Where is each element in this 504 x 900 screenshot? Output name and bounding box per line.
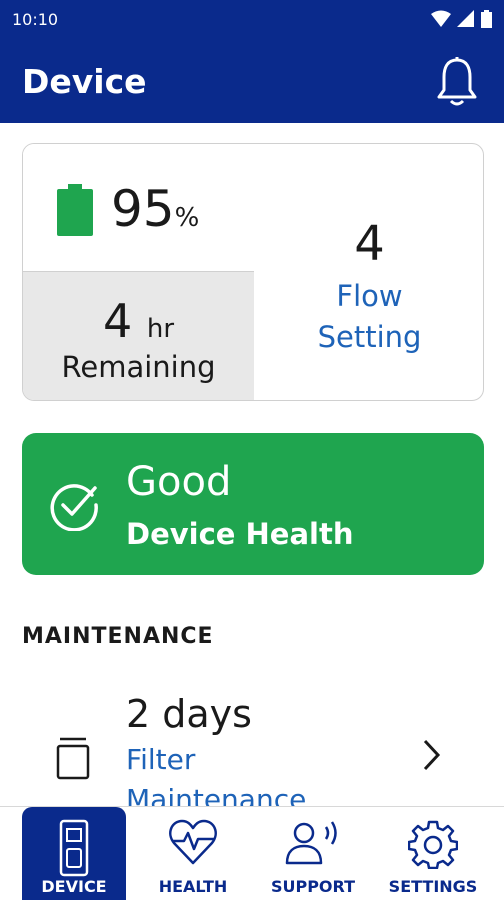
flow-setting-label: Flow Setting [254, 276, 483, 358]
device-status-card: 95% 4 hr Remaining 4 Flow Setting [22, 143, 484, 401]
filter-maintenance-label: Filter Maintenance [126, 740, 386, 806]
heart-pulse-icon [169, 819, 217, 865]
status-bar: 10:10 [0, 0, 504, 44]
chevron-right-icon [423, 739, 441, 771]
remaining-value: 4 [102, 294, 133, 348]
filter-icon [56, 737, 90, 780]
flow-setting-label-line1: Flow [336, 279, 403, 313]
bell-icon [437, 57, 477, 106]
battery-icon [57, 184, 93, 236]
page-title: Device [22, 62, 147, 101]
wifi-icon [431, 10, 451, 27]
filter-maintenance-label-line1: Filter [126, 743, 196, 776]
battery-status-icon [481, 10, 492, 28]
battery-percent-value: 95 [111, 180, 175, 238]
filter-maintenance-row[interactable]: 2 days Filter Maintenance [0, 680, 504, 806]
status-time: 10:10 [12, 10, 59, 29]
device-icon [59, 819, 89, 877]
device-health-card[interactable]: Good Device Health [22, 433, 484, 575]
bottom-nav: DEVICE HEALTH SUPPORT SETTINGS [0, 806, 504, 900]
nav-health[interactable]: HEALTH [138, 807, 248, 900]
notifications-button[interactable] [436, 57, 478, 113]
battery-cell: 95% [23, 144, 254, 272]
check-circle-icon [50, 484, 98, 531]
cell-signal-icon [457, 10, 474, 27]
app-bar: Device [0, 44, 504, 123]
support-person-icon [285, 821, 337, 865]
filter-maintenance-label-line2: Maintenance [126, 783, 307, 806]
maintenance-heading: MAINTENANCE [22, 624, 214, 649]
nav-support-label: SUPPORT [270, 877, 356, 896]
remaining-time: 4 hr [23, 294, 254, 348]
status-icons [431, 10, 492, 28]
nav-device-label: DEVICE [41, 877, 107, 896]
battery-percent-unit: % [174, 203, 200, 233]
nav-settings-label: SETTINGS [388, 877, 478, 896]
remaining-time-cell: 4 hr Remaining [23, 272, 254, 400]
battery-panel: 95% 4 hr Remaining [23, 144, 254, 400]
remaining-unit: hr [146, 314, 175, 344]
filter-maintenance-value: 2 days [126, 692, 252, 736]
device-health-label: Device Health [126, 517, 354, 551]
nav-health-label: HEALTH [158, 877, 228, 896]
nav-support[interactable]: SUPPORT [258, 807, 368, 900]
remaining-label: Remaining [61, 350, 216, 384]
flow-setting-label-line2: Setting [317, 320, 422, 354]
nav-device[interactable]: DEVICE [22, 807, 126, 900]
flow-setting-cell[interactable]: 4 Flow Setting [254, 144, 483, 400]
flow-setting-value: 4 [354, 216, 385, 272]
battery-percentage: 95% [111, 180, 199, 238]
nav-settings[interactable]: SETTINGS [378, 807, 488, 900]
device-health-status: Good [126, 459, 232, 505]
gear-icon [408, 820, 458, 869]
